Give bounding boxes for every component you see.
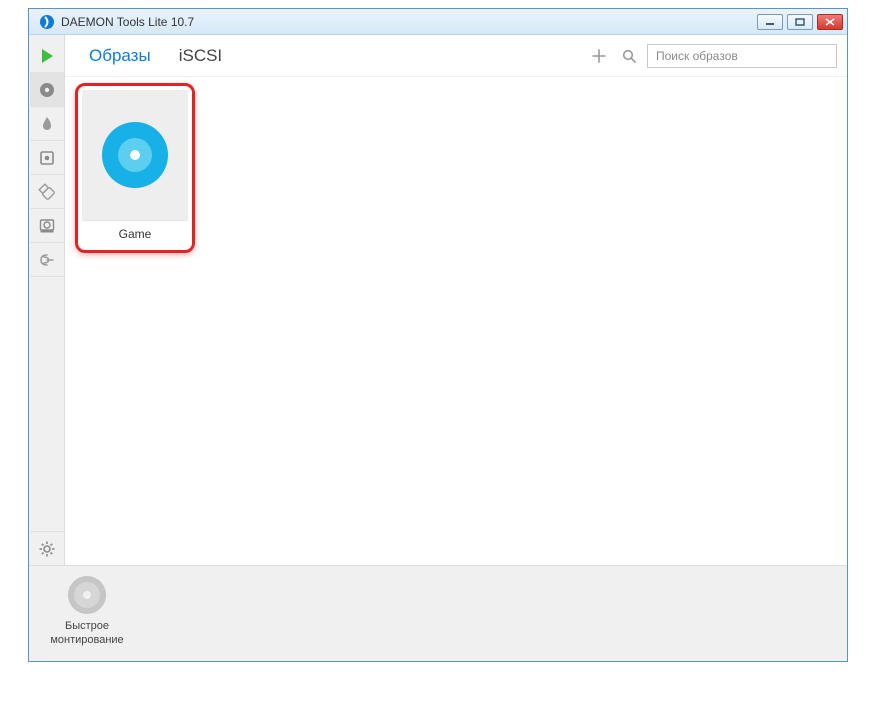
- topbar: Образы iSCSI: [65, 35, 847, 77]
- minimize-button[interactable]: [757, 14, 783, 30]
- quick-mount-label-1: Быстрое: [65, 620, 109, 634]
- add-button[interactable]: [587, 44, 611, 68]
- quick-mount-icon: [68, 576, 106, 614]
- bottom-bar: Быстрое монтирование: [29, 565, 847, 661]
- sidebar: [29, 35, 65, 565]
- maximize-button[interactable]: [787, 14, 813, 30]
- app-icon: [39, 14, 55, 30]
- sidebar-share-button[interactable]: [30, 243, 64, 277]
- image-item[interactable]: Game: [75, 83, 195, 253]
- search-icon[interactable]: [617, 44, 641, 68]
- disc-icon: [102, 122, 168, 188]
- sidebar-images-button[interactable]: [30, 73, 64, 107]
- sidebar-disc-drive-button[interactable]: [30, 209, 64, 243]
- quick-mount-button[interactable]: Быстрое монтирование: [43, 576, 131, 648]
- window-title: DAEMON Tools Lite 10.7: [61, 15, 194, 29]
- tab-images[interactable]: Образы: [89, 46, 151, 66]
- quick-mount-label-2: монтирование: [50, 634, 123, 648]
- image-label: Game: [82, 220, 188, 246]
- search-input[interactable]: [647, 44, 837, 68]
- tab-iscsi[interactable]: iSCSI: [179, 46, 222, 66]
- app-window: DAEMON Tools Lite 10.7: [28, 8, 848, 662]
- sidebar-settings-button[interactable]: [30, 531, 64, 565]
- close-button[interactable]: [817, 14, 843, 30]
- titlebar: DAEMON Tools Lite 10.7: [29, 9, 847, 35]
- sidebar-drive-button[interactable]: [30, 141, 64, 175]
- sidebar-play-button[interactable]: [30, 39, 64, 73]
- sidebar-burn-button[interactable]: [30, 107, 64, 141]
- image-grid: Game: [65, 77, 847, 565]
- image-thumb: [82, 90, 188, 220]
- sidebar-usb-button[interactable]: [30, 175, 64, 209]
- main-area: Образы iSCSI: [65, 35, 847, 565]
